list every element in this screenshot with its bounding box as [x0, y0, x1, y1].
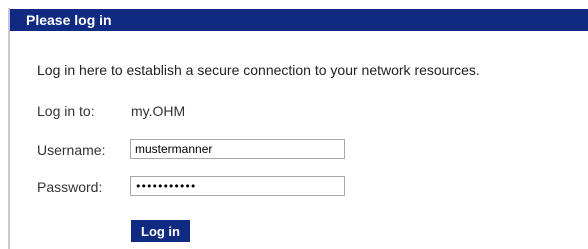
login-button[interactable]: Log in — [131, 220, 190, 242]
password-input[interactable] — [130, 176, 345, 196]
panel-left-border — [8, 8, 10, 249]
login-to-value: my.OHM — [131, 103, 186, 119]
page-title: Please log in — [26, 12, 112, 28]
intro-text: Log in here to establish a secure connec… — [37, 62, 480, 78]
username-label: Username: — [37, 142, 106, 158]
password-label: Password: — [37, 179, 103, 195]
username-input[interactable] — [130, 139, 345, 159]
login-panel: Please log in Log in here to establish a… — [0, 0, 588, 249]
login-to-label: Log in to: — [37, 103, 95, 119]
